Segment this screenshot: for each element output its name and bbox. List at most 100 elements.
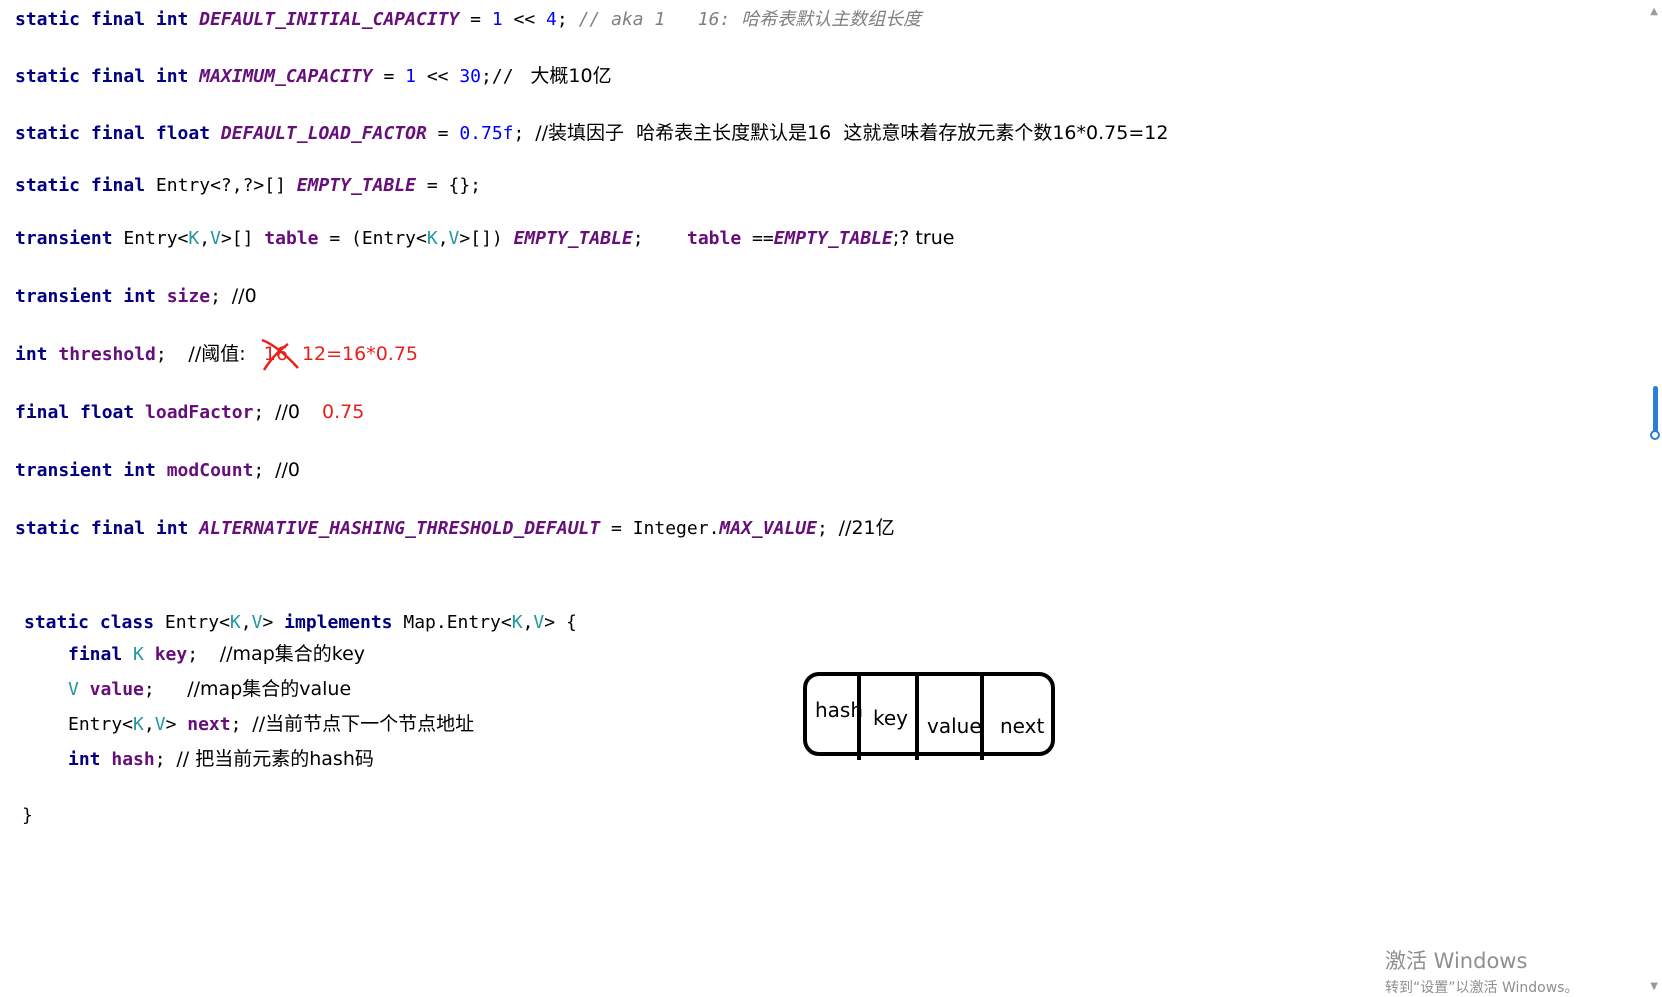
code-line-load-factor: final float loadFactor; //0 0.75 xyxy=(15,400,364,425)
keyword: static final int xyxy=(15,518,200,539)
punctuation: , xyxy=(143,714,155,735)
watermark-subtitle: 转到“设置”以激活 Windows。 xyxy=(1385,980,1579,996)
type-param: V xyxy=(68,679,79,700)
type: Entry< xyxy=(123,228,189,249)
comment: //map集合的value xyxy=(187,678,352,700)
punctuation: ; xyxy=(210,286,232,307)
constant: MAXIMUM_CAPACITY xyxy=(199,66,373,87)
diagram-cell-label: value xyxy=(927,714,982,738)
punctuation: ; xyxy=(556,9,579,30)
field: hash xyxy=(111,749,155,770)
field: table xyxy=(264,228,319,249)
type-param: K xyxy=(426,228,438,249)
code-line-threshold: int threshold; //阈值: 16 12=16*0.75 xyxy=(15,338,419,371)
field: threshold xyxy=(58,344,156,365)
diagram-cell-label: next xyxy=(1000,714,1045,738)
punctuation: ; xyxy=(143,679,188,700)
punctuation: , xyxy=(240,612,252,633)
type-param: K xyxy=(188,228,200,249)
struck-annotation: 16 xyxy=(261,338,299,371)
number: 4 xyxy=(546,9,557,30)
scroll-up-icon[interactable]: ▲ xyxy=(1650,6,1658,17)
type: Entry<?,?>[] xyxy=(155,175,297,196)
code-line-entry-value: V value; //map集合的value xyxy=(68,677,351,702)
punctuation: , xyxy=(522,612,534,633)
field: key xyxy=(143,644,188,665)
constant: EMPTY_TABLE xyxy=(773,228,893,249)
keyword: int xyxy=(68,749,112,770)
code-line-alt-hashing: static final int ALTERNATIVE_HASHING_THR… xyxy=(15,516,895,541)
keyword: static final xyxy=(15,175,156,196)
punctuation: = {}; xyxy=(416,175,482,196)
watermark-title: 激活 Windows xyxy=(1385,949,1528,973)
type-param: K xyxy=(133,644,144,665)
strike-mark xyxy=(261,338,299,371)
code-line-mod-count: transient int modCount; //0 xyxy=(15,458,300,483)
number: 0.75f xyxy=(459,123,514,144)
type-param: V xyxy=(533,612,545,633)
code-line-default-initial-capacity: static final int DEFAULT_INITIAL_CAPACIT… xyxy=(15,8,921,32)
number: 1 xyxy=(491,9,503,30)
annotation-red: 12=16*0.75 xyxy=(301,343,419,365)
punctuation: , xyxy=(437,228,449,249)
comment: //装填因子 哈希表主长度默认是16 这就意味着存放元素个数16*0.75=12 xyxy=(535,122,1169,144)
annotation-red: 0.75 xyxy=(322,401,365,423)
diagram-cell-label: hash xyxy=(815,698,864,722)
field: table xyxy=(686,228,742,249)
scroll-down-icon[interactable]: ▼ xyxy=(1650,981,1658,992)
punctuation: ; xyxy=(816,518,839,539)
punctuation: ; xyxy=(230,714,253,735)
punctuation: ; xyxy=(253,460,276,481)
type-param: K xyxy=(229,612,241,633)
comment: // 把当前元素的hash码 xyxy=(176,748,374,770)
punctuation: ; xyxy=(154,749,177,770)
operator: << xyxy=(502,9,547,30)
operator: == xyxy=(741,228,774,249)
field: value xyxy=(78,679,144,700)
code-line-entry-hash: int hash; // 把当前元素的hash码 xyxy=(68,747,374,772)
code-line-maximum-capacity: static final int MAXIMUM_CAPACITY = 1 <<… xyxy=(15,64,612,89)
keyword: implements xyxy=(284,612,393,633)
comment: //当前节点下一个节点地址 xyxy=(252,713,475,735)
comment: //0 xyxy=(231,285,257,307)
type: Map.Entry< xyxy=(392,612,512,633)
code-line-default-load-factor: static final float DEFAULT_LOAD_FACTOR =… xyxy=(15,121,1168,146)
type-param: K xyxy=(133,714,144,735)
type-param: V xyxy=(448,228,460,249)
vertical-scrollbar[interactable]: ▲ ▼ xyxy=(1644,0,1662,996)
punctuation: , xyxy=(199,228,211,249)
code-line-close-brace: } xyxy=(22,804,33,828)
type-param: V xyxy=(210,228,221,249)
keyword: static class xyxy=(24,612,165,633)
constant: MAX_VALUE xyxy=(719,518,817,539)
keyword: final float xyxy=(15,402,146,423)
comment: 大概10亿 xyxy=(524,65,612,87)
constant: EMPTY_TABLE xyxy=(296,175,416,196)
windows-activation-watermark: 激活 Windows 转到“设置”以激活 Windows。 xyxy=(1385,945,1578,997)
keyword: int xyxy=(15,344,59,365)
constant: ALTERNATIVE_HASHING_THRESHOLD_DEFAULT xyxy=(199,518,601,539)
operator: = xyxy=(426,123,460,144)
punctuation: ; xyxy=(632,228,687,249)
constant: DEFAULT_LOAD_FACTOR xyxy=(220,123,427,144)
comment: //阈值: xyxy=(188,343,264,365)
keyword: transient int xyxy=(15,286,167,307)
code-line-empty-table: static final Entry<?,?>[] EMPTY_TABLE = … xyxy=(15,174,481,198)
diagram-cell-hash: hash xyxy=(807,676,864,752)
constant: DEFAULT_INITIAL_CAPACITY xyxy=(199,9,460,30)
type: Entry< xyxy=(68,714,134,735)
punctuation: } xyxy=(22,805,33,826)
operator: = xyxy=(459,9,492,30)
punctuation: >[]) xyxy=(459,228,514,249)
comment: //map集合的key xyxy=(219,643,366,665)
keyword: static final float xyxy=(15,123,221,144)
comment: //0 xyxy=(275,401,301,423)
punctuation: = (Entry< xyxy=(318,228,427,249)
code-line-entry-key: final K key; //map集合的key xyxy=(68,642,365,667)
type: Entry< xyxy=(164,612,230,633)
type-param: V xyxy=(251,612,263,633)
scrollbar-thumb-grip-icon[interactable] xyxy=(1650,430,1660,440)
field: modCount xyxy=(166,460,254,481)
punctuation: ; xyxy=(155,344,189,365)
operator: << xyxy=(415,66,460,87)
